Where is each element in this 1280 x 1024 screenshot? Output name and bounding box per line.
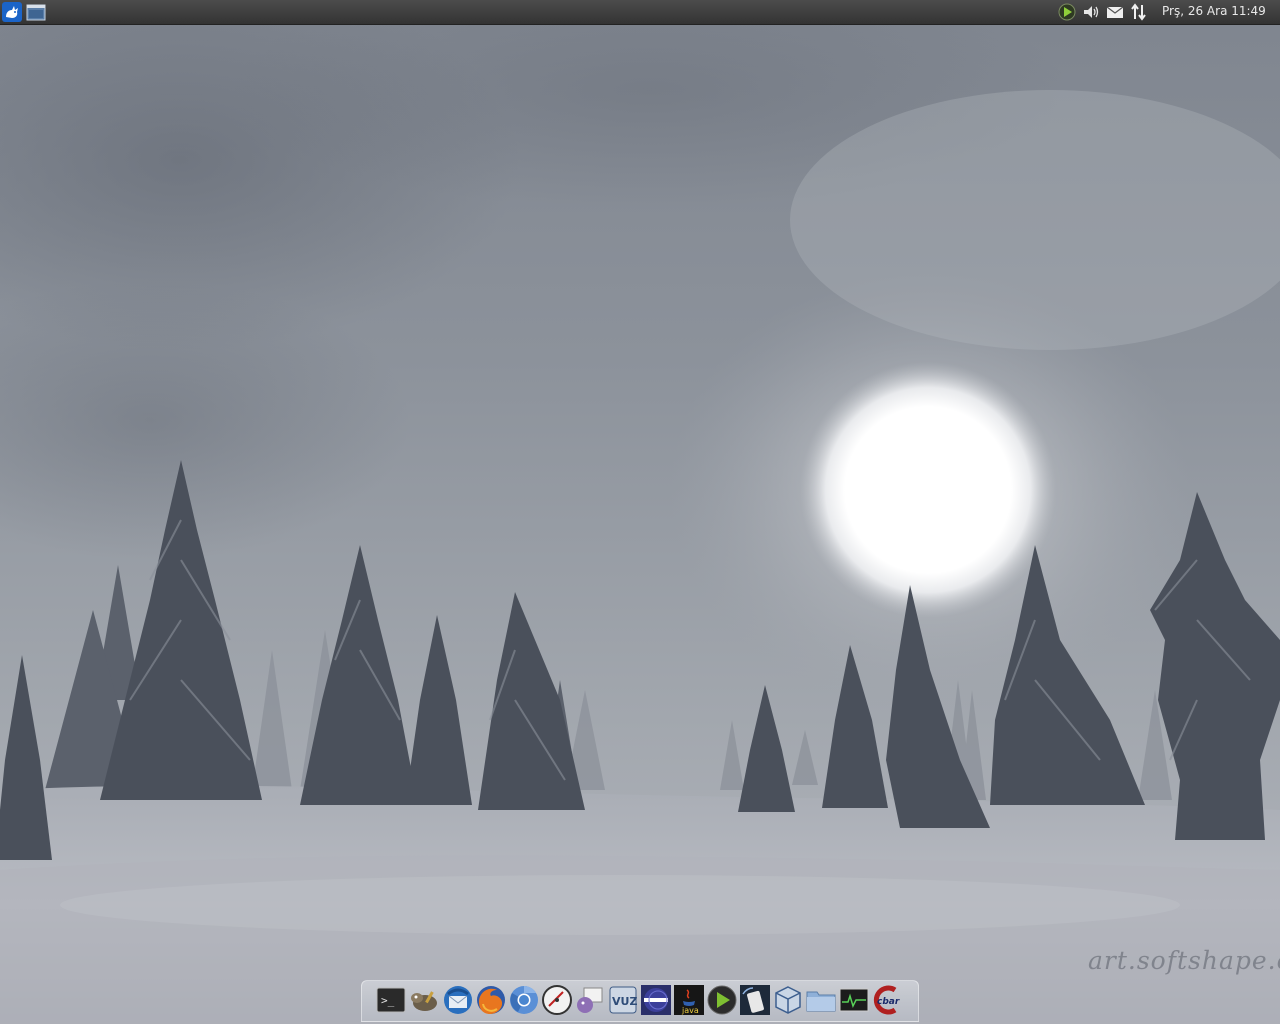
dock-item-vuze[interactable]: VUZ: [607, 984, 639, 1016]
chromium-icon: [510, 986, 538, 1014]
dock-item-media-player[interactable]: [706, 984, 738, 1016]
dock-item-thunderbird[interactable]: [442, 984, 474, 1016]
tray-volume[interactable]: [1082, 3, 1100, 21]
pidgin-icon: [577, 987, 603, 1013]
dock-item-pidgin[interactable]: [574, 984, 606, 1016]
file-manager-icon: [806, 991, 836, 1012]
show-desktop-icon: [26, 4, 46, 21]
network-icon: [1131, 3, 1146, 21]
dock-item-firefox[interactable]: [475, 984, 507, 1016]
media-player-icon: [707, 985, 737, 1015]
dock-item-file-manager[interactable]: [805, 984, 837, 1016]
terminal-prompt: >_: [381, 994, 395, 1007]
dock-item-phone[interactable]: [739, 984, 771, 1016]
tray-mail[interactable]: [1106, 3, 1124, 21]
top-panel: Prş, 26 Ara 11:49: [0, 0, 1280, 25]
dock-item-system-monitor[interactable]: [838, 984, 870, 1016]
volume-icon: [1084, 6, 1099, 18]
media-player-icon: [1058, 3, 1076, 21]
gimp-icon: [411, 991, 437, 1011]
dock-bar: >_ VUZ java cbar: [361, 980, 919, 1022]
dock-item-speedometer[interactable]: [541, 984, 573, 1016]
cbar-icon: cbar: [873, 985, 900, 1015]
firefox-icon: [477, 986, 505, 1014]
java-icon: java: [674, 985, 704, 1015]
tray-media-player[interactable]: [1058, 3, 1076, 21]
dock-item-eclipse[interactable]: [640, 984, 672, 1016]
mail-icon: [1106, 6, 1124, 18]
terminal-icon: >_: [376, 987, 406, 1013]
show-desktop-button[interactable]: [26, 2, 46, 22]
dock-item-cbar[interactable]: cbar: [871, 984, 903, 1016]
vuze-label: VUZ: [612, 995, 637, 1008]
cbar-label: cbar: [877, 997, 900, 1007]
desktop-wallpaper: [0, 0, 1280, 1024]
virtualbox-icon: [775, 986, 801, 1014]
vuze-icon: VUZ: [609, 986, 637, 1014]
sun: [800, 362, 1056, 618]
dock-item-terminal[interactable]: >_: [375, 984, 407, 1016]
java-label: java: [681, 1006, 699, 1015]
tray-network[interactable]: [1130, 3, 1148, 21]
wallpaper-watermark: art.softshape.co: [1088, 946, 1280, 975]
applications-menu-button[interactable]: [2, 2, 22, 22]
xfce-mouse-icon: [2, 2, 22, 22]
dock-item-chromium[interactable]: [508, 984, 540, 1016]
dock-item-gimp[interactable]: [408, 984, 440, 1016]
dock-item-java[interactable]: java: [673, 984, 705, 1016]
clock[interactable]: Prş, 26 Ara 11:49: [1162, 4, 1266, 18]
dock-item-virtualbox[interactable]: [772, 984, 804, 1016]
eclipse-icon: [641, 985, 671, 1015]
speedometer-icon: [542, 985, 572, 1015]
thunderbird-icon: [444, 986, 472, 1014]
system-monitor-icon: [839, 988, 869, 1012]
phone-icon: [740, 985, 770, 1015]
